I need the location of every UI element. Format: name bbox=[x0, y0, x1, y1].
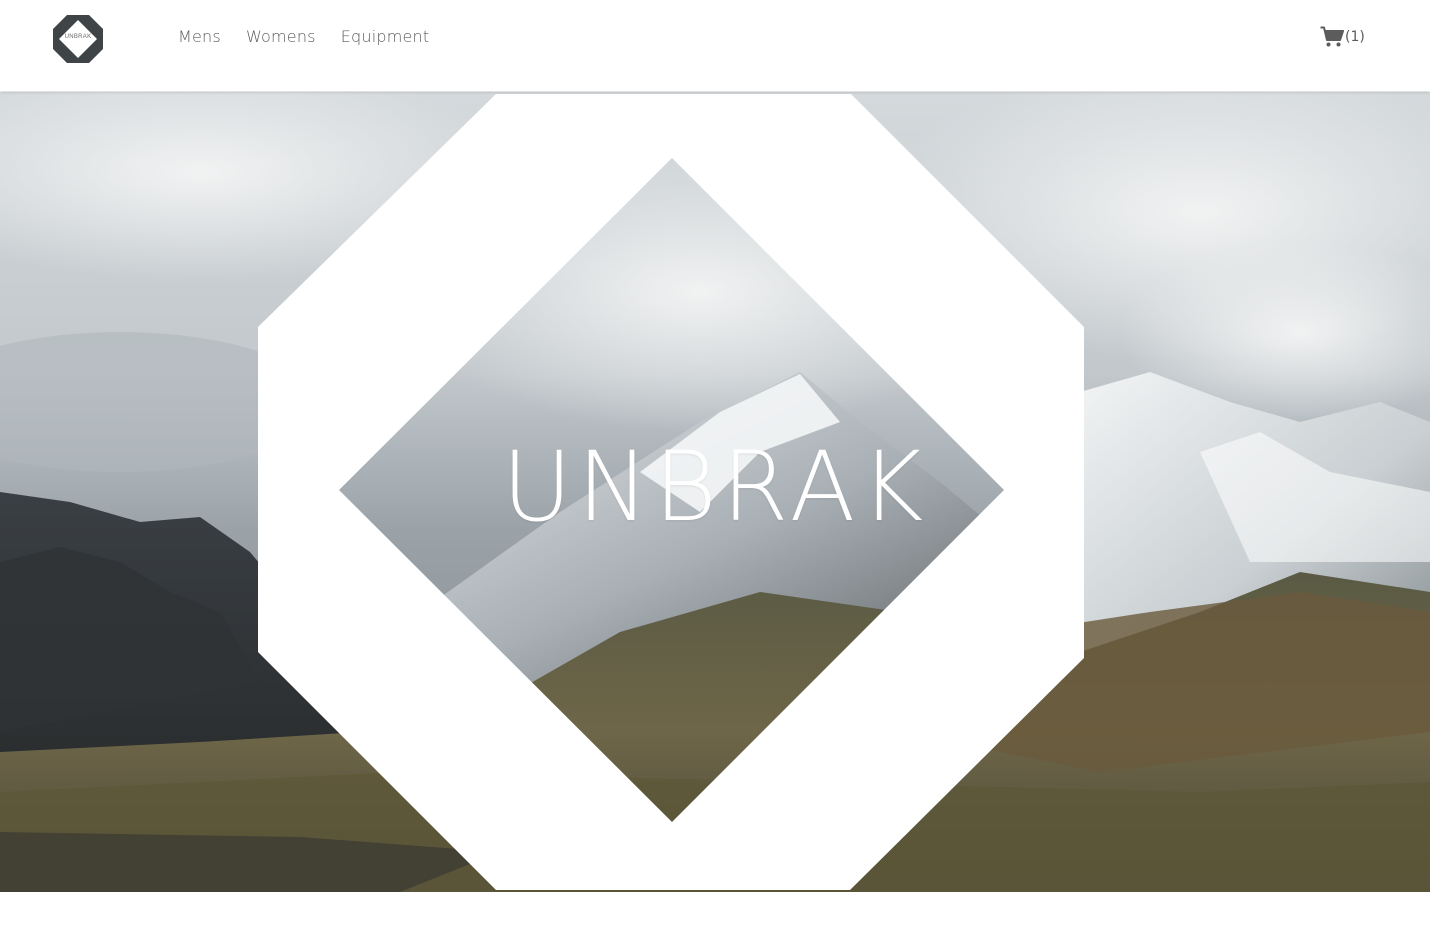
logo-text: UNBRAK bbox=[64, 34, 92, 40]
nav-link-womens[interactable]: Womens bbox=[246, 27, 316, 46]
hero-mountain-image bbox=[0, 92, 1430, 892]
cart-icon bbox=[1320, 26, 1344, 47]
nav-link-equipment[interactable]: Equipment bbox=[341, 27, 430, 46]
hero-banner: UNBRAK bbox=[0, 92, 1430, 892]
main-nav: Mens Womens Equipment bbox=[178, 27, 429, 46]
cart-count: (1) bbox=[1345, 29, 1365, 45]
nav-link-mens[interactable]: Mens bbox=[178, 27, 221, 46]
site-header: UNBRAK Mens Womens Equipment (1) bbox=[0, 0, 1430, 91]
brand-logo[interactable]: UNBRAK bbox=[52, 14, 104, 64]
cart-button[interactable]: (1) bbox=[1320, 26, 1365, 48]
